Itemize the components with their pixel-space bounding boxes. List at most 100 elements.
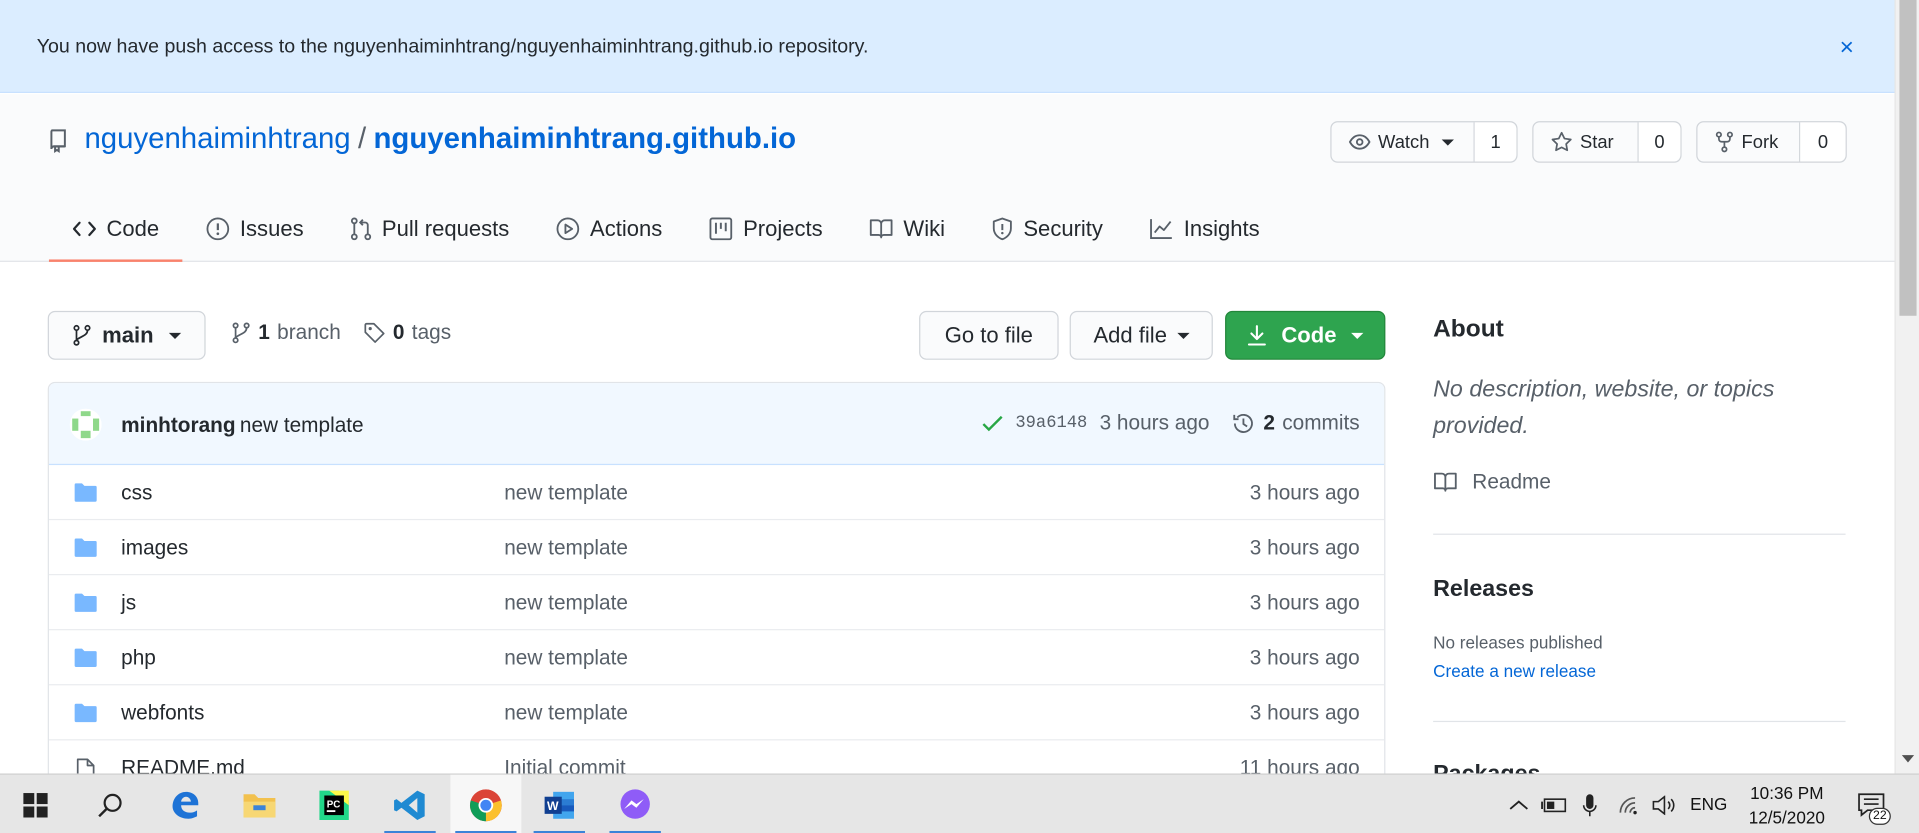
page-scrollbar[interactable]	[1894, 0, 1919, 774]
watch-button[interactable]: Watch	[1332, 122, 1475, 162]
taskbar-vscode[interactable]	[379, 775, 440, 833]
taskbar-file-explorer[interactable]	[230, 775, 289, 833]
star-button[interactable]: Star	[1533, 122, 1639, 162]
file-age: 3 hours ago	[1249, 701, 1360, 725]
file-name[interactable]: php	[121, 646, 156, 670]
file-age: 3 hours ago	[1249, 480, 1360, 505]
file-commit-message[interactable]: new template	[504, 481, 628, 505]
tab-code[interactable]: Code	[48, 196, 183, 262]
flash-message: You now have push access to the nguyenha…	[36, 36, 869, 58]
commit-details: 39a6148 3 hours ago 2 commits	[981, 411, 1360, 435]
microphone-icon	[1582, 793, 1597, 816]
repo-separator: /	[357, 122, 367, 156]
file-age: 3 hours ago	[1249, 646, 1360, 670]
tab-label: Issues	[239, 216, 304, 241]
battery-icon	[1541, 797, 1567, 812]
star-icon	[1551, 131, 1572, 152]
taskbar-search-button[interactable]	[81, 775, 140, 833]
scroll-thumb[interactable]	[1899, 0, 1917, 316]
code-button-label: Code	[1281, 322, 1337, 347]
branch-selector[interactable]: main	[47, 310, 206, 360]
add-file-button[interactable]: Add file	[1069, 310, 1213, 360]
folder-icon	[74, 483, 97, 502]
commit-author[interactable]: minhtorang	[121, 414, 235, 438]
tags-link[interactable]: 0 tags	[363, 321, 451, 345]
svg-text:PC: PC	[327, 799, 341, 810]
file-commit-message[interactable]: new template	[504, 536, 628, 560]
fork-count[interactable]: 0	[1800, 122, 1846, 162]
commits-link[interactable]: 2 commits	[1231, 411, 1360, 435]
repo-tabs: Code Issues Pull requests Actions Projec…	[48, 196, 1283, 262]
table-row: webfonts new template 3 hours ago	[48, 685, 1385, 741]
commit-sha[interactable]: 39a6148	[1015, 414, 1087, 434]
vscode-icon	[394, 789, 425, 820]
branch-name: main	[102, 322, 154, 347]
branches-count: 1	[258, 320, 270, 344]
star-count[interactable]: 0	[1638, 122, 1681, 162]
tab-label: Code	[106, 216, 160, 241]
tray-language[interactable]: ENG	[1690, 794, 1727, 814]
scroll-down-arrow-icon[interactable]	[1901, 755, 1915, 763]
file-name[interactable]: images	[121, 536, 188, 560]
repo-name-link[interactable]: nguyenhaiminhtrang.github.io	[373, 122, 796, 155]
shield-icon	[993, 217, 1013, 241]
taskbar-edge[interactable]	[155, 775, 214, 833]
pycharm-icon: PC	[319, 789, 349, 820]
tray-clock[interactable]: 10:36 PM 12/5/2020	[1738, 781, 1836, 830]
file-commit-message[interactable]: new template	[504, 591, 628, 615]
file-name[interactable]: webfonts	[121, 701, 204, 725]
tray-volume[interactable]	[1652, 775, 1676, 833]
readme-label: Readme	[1472, 469, 1551, 494]
tags-count: 0	[392, 320, 405, 344]
tray-microphone[interactable]	[1582, 775, 1597, 833]
tab-label: Projects	[743, 216, 823, 241]
table-row: images new template 3 hours ago	[48, 520, 1385, 576]
tab-security[interactable]: Security	[968, 196, 1126, 262]
close-icon[interactable]: ×	[1836, 35, 1858, 59]
file-name[interactable]: css	[121, 481, 152, 505]
code-button[interactable]: Code	[1225, 310, 1386, 360]
branches-link[interactable]: 1 branch	[231, 320, 341, 345]
play-icon	[556, 217, 580, 241]
fork-label: Fork	[1741, 131, 1779, 153]
tray-power[interactable]	[1541, 775, 1568, 833]
add-file-label: Add file	[1093, 322, 1167, 347]
avatar[interactable]	[69, 408, 102, 441]
history-icon	[1233, 413, 1254, 433]
file-age: 3 hours ago	[1249, 536, 1360, 560]
tray-chevron[interactable]	[1509, 775, 1529, 833]
taskbar-word[interactable]: W	[529, 775, 590, 833]
tray-network[interactable]	[1618, 775, 1642, 833]
tab-actions[interactable]: Actions	[533, 196, 686, 262]
about-heading: About	[1433, 315, 1504, 343]
file-name[interactable]: js	[121, 591, 136, 615]
tab-label: Security	[1023, 216, 1103, 241]
fork-button[interactable]: Fork	[1697, 122, 1801, 162]
tab-issues[interactable]: Issues	[182, 196, 326, 262]
create-release-link[interactable]: Create a new release	[1433, 661, 1596, 681]
watch-label: Watch	[1378, 131, 1430, 153]
download-icon	[1247, 325, 1266, 346]
taskbar-chrome[interactable]	[450, 774, 522, 833]
watch-count[interactable]: 1	[1474, 122, 1517, 162]
branch-icon	[74, 324, 92, 346]
check-icon[interactable]	[981, 415, 1003, 432]
repo-owner-link[interactable]: nguyenhaiminhtrang	[84, 122, 350, 155]
readme-link[interactable]: Readme	[1433, 470, 1551, 494]
file-commit-message[interactable]: new template	[504, 701, 628, 725]
book-icon	[870, 219, 893, 239]
go-to-file-button[interactable]: Go to file	[919, 310, 1059, 360]
taskbar-messenger[interactable]	[605, 775, 666, 833]
commit-message[interactable]: new template	[240, 414, 364, 438]
folder-icon	[74, 703, 97, 723]
chevron-down-icon	[168, 332, 181, 339]
tab-wiki[interactable]: Wiki	[846, 196, 968, 262]
tab-pull-requests[interactable]: Pull requests	[327, 196, 533, 262]
releases-heading[interactable]: Releases	[1433, 576, 1534, 603]
taskbar-pycharm[interactable]: PC	[305, 775, 364, 833]
tab-projects[interactable]: Projects	[686, 196, 846, 262]
tab-insights[interactable]: Insights	[1126, 196, 1283, 262]
file-commit-message[interactable]: new template	[504, 646, 628, 670]
star-label: Star	[1579, 131, 1614, 153]
start-button[interactable]	[6, 775, 65, 833]
